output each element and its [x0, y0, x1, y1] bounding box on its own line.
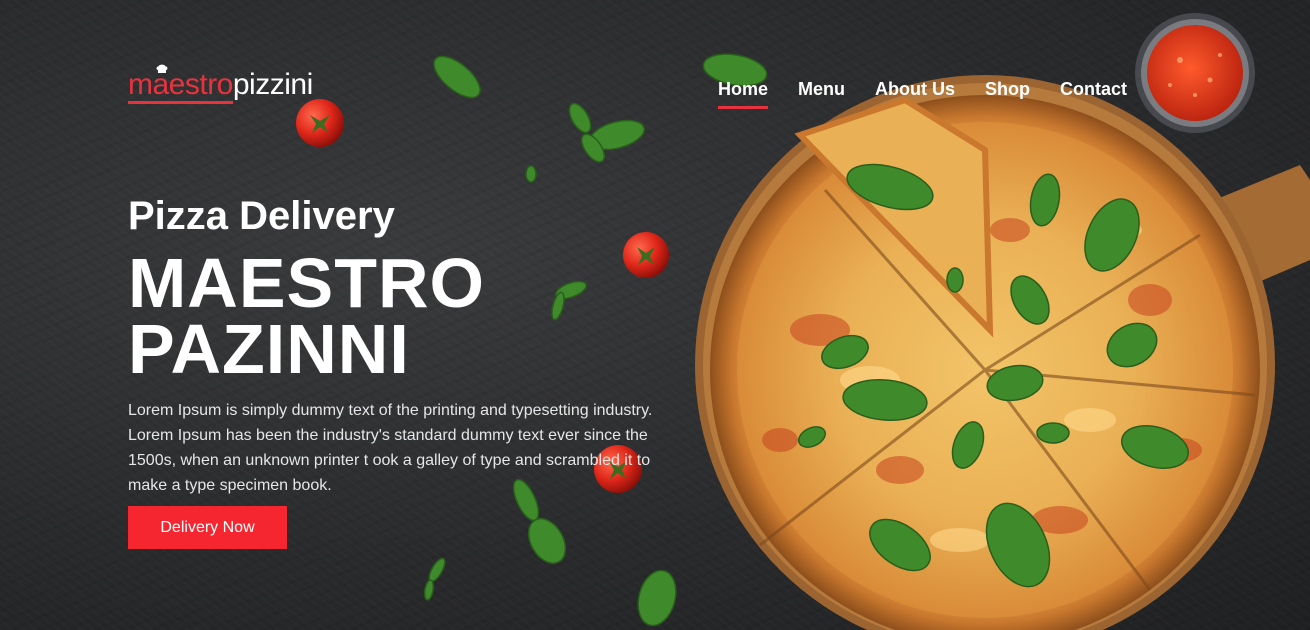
chef-hat-icon — [156, 64, 168, 73]
sauce-bowl — [1135, 13, 1255, 133]
hero-title-line2: PAZINNI — [128, 310, 410, 388]
nav-link-home[interactable]: Home — [718, 79, 769, 109]
main-navigation: Home Menu About Us Shop Contact — [718, 79, 1127, 109]
brand-name-secondary: pizzini — [232, 68, 313, 101]
nav-link-shop[interactable]: Shop — [985, 79, 1030, 100]
brand-name-primary: maestro — [128, 68, 233, 104]
hero-subtitle: Pizza Delivery — [128, 194, 395, 238]
hero-title: MAESTRO PAZINNI — [128, 244, 548, 388]
pizza — [710, 95, 1260, 630]
hero-title-line1: MAESTRO — [128, 244, 485, 322]
nav-link-menu[interactable]: Menu — [798, 79, 845, 100]
nav-link-about-us[interactable]: About Us — [875, 79, 955, 100]
hero-section: maestropizzini Home Menu About Us Shop C… — [0, 0, 1310, 630]
nav-link-contact[interactable]: Contact — [1060, 79, 1127, 100]
brand-logo[interactable]: maestropizzini — [128, 64, 313, 108]
hero-description: Lorem Ipsum is simply dummy text of the … — [128, 402, 653, 494]
delivery-now-button[interactable]: Delivery Now — [128, 506, 287, 549]
